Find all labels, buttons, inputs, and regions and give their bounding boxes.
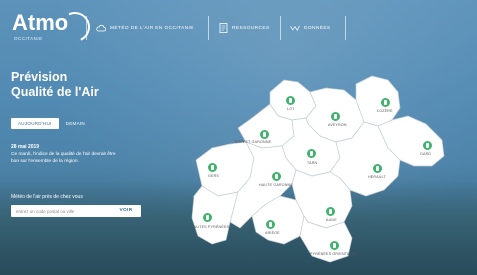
dept-label: HÉRAULT	[368, 175, 386, 179]
dept-label: AUDE	[326, 218, 337, 222]
chart-icon	[290, 23, 300, 33]
air-quality-marker-icon	[331, 112, 340, 121]
air-quality-marker-icon	[326, 207, 335, 216]
nav-divider	[345, 16, 346, 40]
air-quality-marker-icon	[266, 220, 275, 229]
nav-label: DONNÉES	[304, 25, 331, 31]
air-quality-marker-icon	[272, 172, 281, 181]
air-quality-marker-icon	[208, 163, 217, 172]
top-bar: Atmo OCCITANIE MÉTÉO DE L'AIR EN OCCITAN…	[0, 0, 477, 56]
dept-label: ARIÈGE	[265, 231, 280, 235]
dept-label: LOT	[287, 107, 295, 111]
forecast-text: Ce mardi, l'indice de la qualité de l'ai…	[11, 152, 116, 164]
air-quality-marker-icon	[260, 130, 269, 139]
tab-tomorrow[interactable]: DEMAIN	[59, 118, 92, 129]
dept-label: TARN ET GARONNE	[234, 140, 272, 144]
nav-divider	[86, 16, 87, 40]
title-line-2: Qualité de l'Air	[11, 85, 99, 99]
nav-divider	[208, 16, 209, 40]
dept-label: HAUTE GARONNE	[259, 183, 293, 187]
page: Atmo OCCITANIE MÉTÉO DE L'AIR EN OCCITAN…	[0, 0, 477, 275]
page-title: Prévision Qualité de l'Air	[11, 70, 99, 100]
forecast-date: 28 mai 2019	[11, 144, 40, 150]
dept-label: LOZÈRE	[377, 109, 393, 113]
air-quality-marker-icon	[423, 141, 432, 150]
air-quality-marker-icon	[286, 96, 295, 105]
dept-label: GARD	[420, 152, 432, 156]
dept-label: AVEYRON	[328, 123, 347, 127]
nav-label: MÉTÉO DE L'AIR EN OCCITANIE	[110, 25, 194, 31]
air-quality-marker-icon	[373, 164, 382, 173]
air-quality-marker-icon	[381, 98, 390, 107]
dept-label: TARN	[307, 161, 318, 165]
nav-ressources[interactable]: RESSOURCES	[218, 22, 270, 34]
day-tabs: AUJOURD'HUI DEMAIN	[11, 118, 92, 129]
nav-donnees[interactable]: DONNÉES	[290, 22, 331, 34]
nav-divider	[280, 16, 281, 40]
logo-subtitle: OCCITANIE	[14, 36, 43, 41]
cloud-icon	[96, 23, 106, 33]
document-icon	[218, 23, 228, 33]
tab-today[interactable]: AUJOURD'HUI	[11, 118, 59, 129]
search-submit-button[interactable]: VOIR	[111, 205, 141, 217]
search-box: VOIR	[11, 205, 141, 217]
air-quality-marker-icon	[203, 213, 212, 222]
dept-label: HAUTES PYRÉNÉES	[191, 225, 230, 229]
dept-label: GERS	[208, 174, 219, 178]
atmo-logo[interactable]: Atmo OCCITANIE	[12, 7, 95, 47]
air-quality-marker-icon	[330, 241, 339, 250]
air-quality-marker-icon	[307, 149, 316, 158]
dept-label: PYRÉNÉES ORIENTALES	[310, 252, 357, 256]
postal-code-input[interactable]	[16, 205, 101, 217]
search-label: Météo de l'air près de chez vous	[11, 194, 83, 200]
nav-meteo-air[interactable]: MÉTÉO DE L'AIR EN OCCITANIE	[96, 22, 194, 34]
title-line-1: Prévision	[11, 70, 68, 84]
nav-label: RESSOURCES	[232, 25, 270, 31]
